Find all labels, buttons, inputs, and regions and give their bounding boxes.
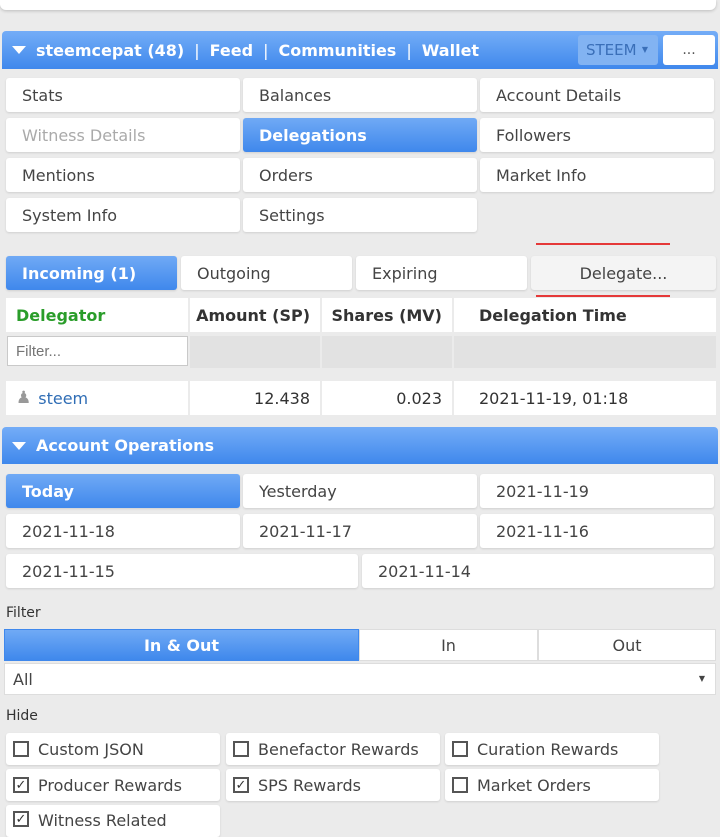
header-amount[interactable]: Amount (SP) [190, 298, 320, 332]
header-shares[interactable]: Shares (MV) [322, 298, 452, 332]
checkbox-icon[interactable] [452, 777, 468, 793]
filter-label: Filter [6, 605, 41, 621]
hide-witness-related[interactable]: ✓ Witness Related [6, 805, 220, 837]
nav-balances[interactable]: Balances [243, 78, 477, 112]
table-header-cell: Delegator [6, 298, 188, 332]
hide-market-orders[interactable]: Market Orders [445, 769, 659, 801]
checkbox-label: Witness Related [38, 811, 167, 830]
filter-cell [322, 336, 452, 368]
delegator-link[interactable]: steem [38, 389, 88, 408]
amount-cell: 12.438 [190, 381, 320, 415]
filter-in[interactable]: In [359, 629, 538, 661]
separator: | [194, 40, 200, 60]
wallet-link[interactable]: Wallet [422, 41, 479, 60]
checkbox-label: Custom JSON [38, 739, 144, 759]
nav-settings[interactable]: Settings [243, 198, 477, 232]
user-icon: ♟ [16, 388, 32, 408]
date-2021-11-14[interactable]: 2021-11-14 [362, 554, 714, 588]
more-button[interactable]: ... [663, 35, 715, 65]
feed-link[interactable]: Feed [210, 41, 253, 60]
dropdown-arrow-icon: ▼ [641, 45, 648, 54]
nav-orders[interactable]: Orders [243, 158, 477, 192]
header-delegation-time[interactable]: Delegation Time [454, 298, 716, 332]
collapse-caret-icon[interactable] [12, 441, 26, 450]
nav-delegations[interactable]: Delegations [243, 118, 477, 152]
nav-mentions[interactable]: Mentions [6, 158, 240, 192]
top-card [0, 0, 716, 10]
checkbox-label: Curation Rewards [477, 739, 619, 759]
checkbox-label: Benefactor Rewards [258, 739, 419, 759]
checkbox-checked-icon[interactable]: ✓ [13, 777, 29, 793]
operation-type-select[interactable]: All ▼ [4, 663, 716, 695]
checkbox-icon[interactable] [233, 741, 249, 757]
collapse-caret-icon[interactable] [12, 46, 26, 54]
date-2021-11-16[interactable]: 2021-11-16 [480, 514, 714, 548]
delegator-filter-input[interactable] [7, 336, 188, 366]
separator: | [406, 40, 412, 60]
checkbox-checked-icon[interactable]: ✓ [13, 811, 29, 827]
header-delegator[interactable]: Delegator [16, 306, 105, 325]
dropdown-arrow-icon: ▼ [698, 674, 705, 683]
separator: | [263, 40, 269, 60]
table-row: ♟ steem [6, 381, 188, 415]
hide-sps-rewards[interactable]: ✓ SPS Rewards [226, 769, 440, 801]
checkbox-icon[interactable] [13, 741, 29, 757]
tab-incoming[interactable]: Incoming (1) [6, 256, 177, 290]
nav-account-details[interactable]: Account Details [480, 78, 714, 112]
tab-expiring[interactable]: Expiring [356, 256, 527, 290]
checkbox-icon[interactable] [452, 741, 468, 757]
date-today[interactable]: Today [6, 474, 240, 508]
date-yesterday[interactable]: Yesterday [243, 474, 477, 508]
delegate-button[interactable]: Delegate... [531, 256, 716, 290]
currency-value: STEEM [586, 41, 637, 59]
filter-cell [190, 336, 320, 368]
checkbox-label: Producer Rewards [38, 775, 182, 795]
hide-label: Hide [6, 708, 38, 724]
filter-cell [454, 336, 716, 368]
date-2021-11-18[interactable]: 2021-11-18 [6, 514, 240, 548]
underline-mark [536, 295, 670, 297]
select-value: All [13, 669, 33, 689]
hide-producer-rewards[interactable]: ✓ Producer Rewards [6, 769, 220, 801]
checkbox-checked-icon[interactable]: ✓ [233, 777, 249, 793]
checkbox-label: SPS Rewards [258, 775, 361, 795]
tab-outgoing[interactable]: Outgoing [181, 256, 352, 290]
account-header-bar: steemcepat (48) | Feed | Communities | W… [2, 31, 718, 69]
hide-curation-rewards[interactable]: Curation Rewards [445, 733, 659, 765]
hide-custom-json[interactable]: Custom JSON [6, 733, 220, 765]
nav-system-info[interactable]: System Info [6, 198, 240, 232]
nav-followers[interactable]: Followers [480, 118, 714, 152]
header-links: steemcepat (48) | Feed | Communities | W… [36, 41, 479, 60]
checkbox-label: Market Orders [477, 775, 591, 795]
date-2021-11-17[interactable]: 2021-11-17 [243, 514, 477, 548]
date-2021-11-15[interactable]: 2021-11-15 [6, 554, 358, 588]
filter-out[interactable]: Out [538, 629, 716, 661]
shares-cell: 0.023 [322, 381, 452, 415]
date-2021-11-19[interactable]: 2021-11-19 [480, 474, 714, 508]
underline-mark [536, 243, 670, 245]
account-operations-title: Account Operations [36, 436, 214, 455]
currency-select[interactable]: STEEM ▼ [578, 35, 658, 65]
communities-link[interactable]: Communities [278, 41, 396, 60]
filter-in-out[interactable]: In & Out [4, 629, 359, 661]
nav-stats[interactable]: Stats [6, 78, 240, 112]
nav-witness-details: Witness Details [6, 118, 240, 152]
time-cell: 2021-11-19, 01:18 [454, 381, 716, 415]
nav-market-info[interactable]: Market Info [480, 158, 714, 192]
hide-benefactor-rewards[interactable]: Benefactor Rewards [226, 733, 440, 765]
account-name-link[interactable]: steemcepat (48) [36, 41, 184, 60]
account-operations-bar[interactable]: Account Operations [2, 427, 718, 464]
